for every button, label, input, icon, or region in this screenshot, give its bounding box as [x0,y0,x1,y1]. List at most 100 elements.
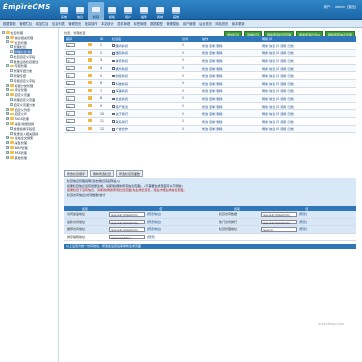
order-input[interactable]: 0 [66,81,75,86]
row-checkbox[interactable] [112,128,115,131]
row-operations[interactable]: 修改 复制 删除 [202,89,223,93]
row-refresh-links[interactable]: 刷新 信息 JS 调用 归档 [262,89,294,93]
menu-item[interactable]: 标签管理 [134,21,147,26]
row-refresh-links[interactable]: 刷新 信息 JS 调用 归档 [262,74,294,78]
row-operations[interactable]: 修改 复制 删除 [202,97,223,101]
row-checkbox[interactable] [112,82,115,86]
bottom-button[interactable]: 所选栏目页面数 [116,170,144,178]
menu-item[interactable]: 管理栏目 [19,21,32,26]
order-input[interactable]: 0 [66,88,75,94]
row-checkbox[interactable] [112,52,115,55]
menu-item[interactable]: 数据更新 [3,21,16,26]
menu-item[interactable]: 批量操作 [85,21,98,26]
menu-item[interactable]: 增加栏目 [36,21,49,26]
row-checkbox[interactable] [112,97,115,101]
order-input[interactable]: 0 [66,126,75,132]
row-operations[interactable]: 修改 复制 删除 [202,51,223,55]
order-input[interactable]: 0 [66,111,75,116]
row-checkbox[interactable] [112,59,115,63]
menu-item[interactable]: 版本更新 [232,21,245,26]
order-input[interactable]: 0 [66,73,75,78]
preview-link[interactable]: [预览地址] [147,212,161,216]
menu-item[interactable]: 本站统计 [101,21,114,26]
row-refresh-links[interactable]: 刷新 信息 JS 调用 归档 [262,67,294,71]
column-name-link[interactable]: 广告合作 [116,127,128,131]
menu-item[interactable]: 插件管理 [117,21,130,26]
row-refresh-links[interactable]: 刷新 信息 JS 调用 归档 [262,44,294,48]
setting-input[interactable]: /e/public/ViewClick/ [260,219,297,225]
column-name-link[interactable]: 关于我们 [116,112,128,116]
order-input[interactable]: 0 [66,96,75,101]
expand-icon[interactable]: + [6,150,9,154]
preview-link[interactable]: [预览] [299,227,307,231]
top-nav-plugin[interactable]: 插件 [136,2,152,20]
preview-link[interactable]: [预览] [299,220,307,224]
order-input[interactable]: 0 [66,50,75,56]
menu-item[interactable]: 管理模板 [166,21,179,26]
top-nav-column[interactable]: 栏目 [88,2,104,20]
collapse-icon[interactable]: - [2,30,5,34]
collapse-icon[interactable]: - [6,93,9,97]
column-name-link[interactable]: 国际新闻 [116,51,128,55]
bottom-button[interactable]: 刷新所选栏目 [90,170,115,178]
preview-link[interactable]: [预览地址] [147,227,161,231]
column-name-link[interactable]: 社会新闻 [116,97,128,101]
top-nav-template[interactable]: 模板 [104,2,120,20]
row-refresh-links[interactable]: 刷新 信息 JS 调用 归档 [262,97,294,101]
user-name[interactable]: admin [335,5,345,9]
expand-icon[interactable]: + [6,35,9,39]
menu-item[interactable]: 信息列表 [52,21,65,26]
column-name-link[interactable]: 军事新闻 [116,89,128,93]
row-checkbox[interactable] [112,105,115,108]
column-name-link[interactable]: 房产频道 [116,105,128,109]
setting-input[interactable]: /e/enews/Doc/ [108,234,145,240]
expand-icon[interactable]: + [6,141,9,145]
expand-icon[interactable]: + [6,83,9,87]
row-operations[interactable]: 修改 复制 删除 [202,82,223,86]
row-operations[interactable]: 修改 复制 删除 [202,120,223,124]
row-operations[interactable]: 修改 复制 删除 [202,67,223,71]
row-operations[interactable]: 修改 复制 删除 [202,74,223,78]
expand-icon[interactable]: + [6,107,9,111]
expand-icon[interactable]: + [6,146,9,150]
expand-icon[interactable]: + [6,88,9,92]
top-nav-other[interactable]: 其他 [168,2,184,20]
logout-link[interactable]: [退出] [347,5,356,9]
top-nav-shop[interactable]: 商城 [152,2,168,20]
preview-link[interactable]: [预览] [147,235,155,239]
row-operations[interactable]: 修改 复制 删除 [202,127,223,131]
order-input[interactable]: 0 [66,119,75,124]
setting-input[interactable]: /e/public/ViewClick/ [108,219,145,225]
expand-icon[interactable]: + [6,112,9,116]
tree-node[interactable]: + 其他管理 [0,155,58,160]
order-input[interactable]: 0 [66,65,75,71]
menu-item[interactable]: 后台首页 [199,21,212,26]
row-checkbox[interactable] [112,120,115,124]
row-refresh-links[interactable]: 刷新 信息 JS 调用 归档 [262,51,294,55]
column-name-link[interactable]: 科技新闻 [116,82,128,86]
row-checkbox[interactable] [112,90,115,93]
top-nav-user[interactable]: 用户 [120,2,136,20]
order-input[interactable]: 0 [66,103,75,109]
menu-item[interactable]: 网站首页 [215,21,228,26]
expand-icon[interactable]: + [6,155,9,159]
bottom-button[interactable]: 修改栏目顺序 [64,170,89,178]
expand-icon[interactable]: + [6,136,9,140]
order-input[interactable]: 0 [66,42,75,48]
column-name-link[interactable]: 财经新闻 [116,74,128,78]
collapse-icon[interactable]: - [6,122,9,126]
row-checkbox[interactable] [112,44,115,47]
row-checkbox[interactable] [112,67,115,70]
expand-icon[interactable]: + [6,117,9,121]
collapse-icon[interactable]: - [6,40,9,44]
row-operations[interactable]: 修改 复制 删除 [202,44,223,48]
menu-item[interactable]: 数据模型 [150,21,163,26]
row-refresh-links[interactable]: 刷新 信息 JS 调用 归档 [262,127,294,131]
preview-link[interactable]: [预览地址] [147,220,161,224]
top-nav-system[interactable]: 系统 [56,2,72,20]
row-operations[interactable]: 修改 复制 删除 [202,59,223,63]
column-name-link[interactable]: 体育新闻 [116,59,128,63]
setting-input[interactable]: /e/public/ViewClick/ [108,212,145,217]
row-refresh-links[interactable]: 刷新 信息 JS 调用 归档 [262,112,294,116]
order-input[interactable]: 0 [66,58,75,63]
